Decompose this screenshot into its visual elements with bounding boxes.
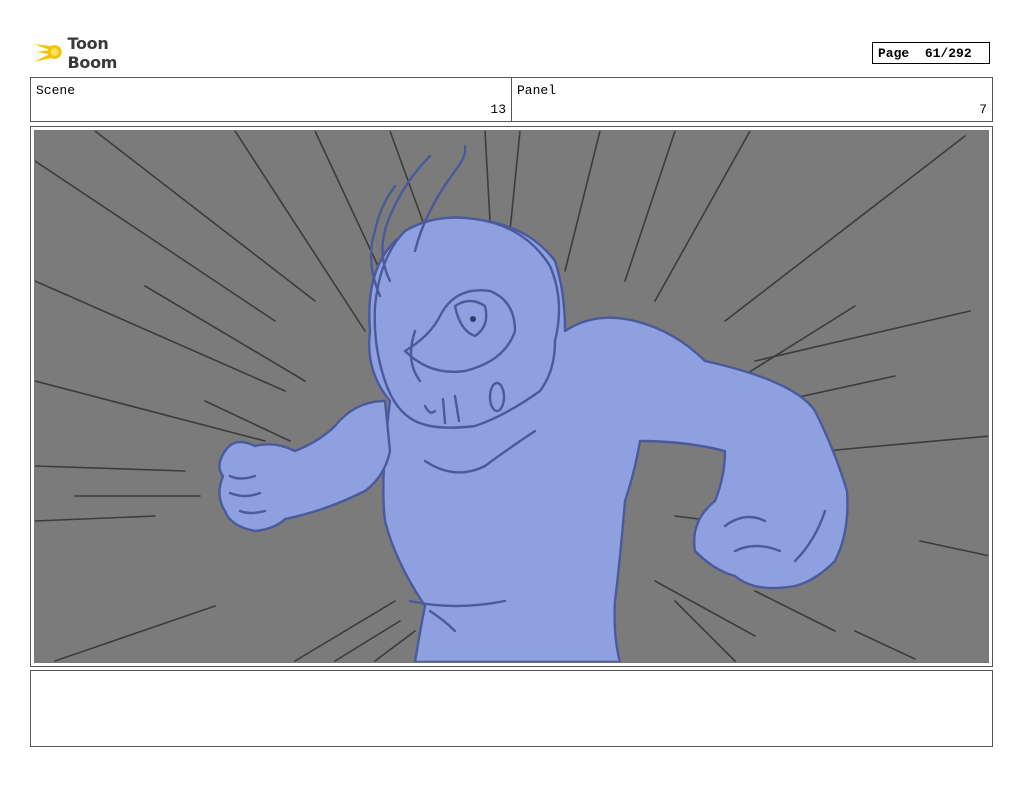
comet-icon [33,44,62,62]
scene-label: Scene [36,83,76,98]
notes-box [30,670,993,747]
storyboard-frame [30,126,993,667]
page-number: 61/292 [924,45,972,61]
panel-cell: Panel 7 [512,78,992,121]
page-label: Page [878,45,910,61]
brand-name: Toon Boom [67,34,118,72]
panel-label: Panel [517,83,557,98]
storyboard-image [34,130,989,663]
character [218,144,849,662]
toon-boom-logo: Toon Boom [32,34,162,72]
scene-cell: Scene 13 [31,78,512,121]
panel-number: 7 [979,102,987,117]
panel-header: Scene 13 Panel 7 [30,77,993,122]
scene-number: 13 [490,102,506,117]
storyboard-drawing [35,131,988,662]
page-indicator: Page 61/292 [872,42,990,64]
